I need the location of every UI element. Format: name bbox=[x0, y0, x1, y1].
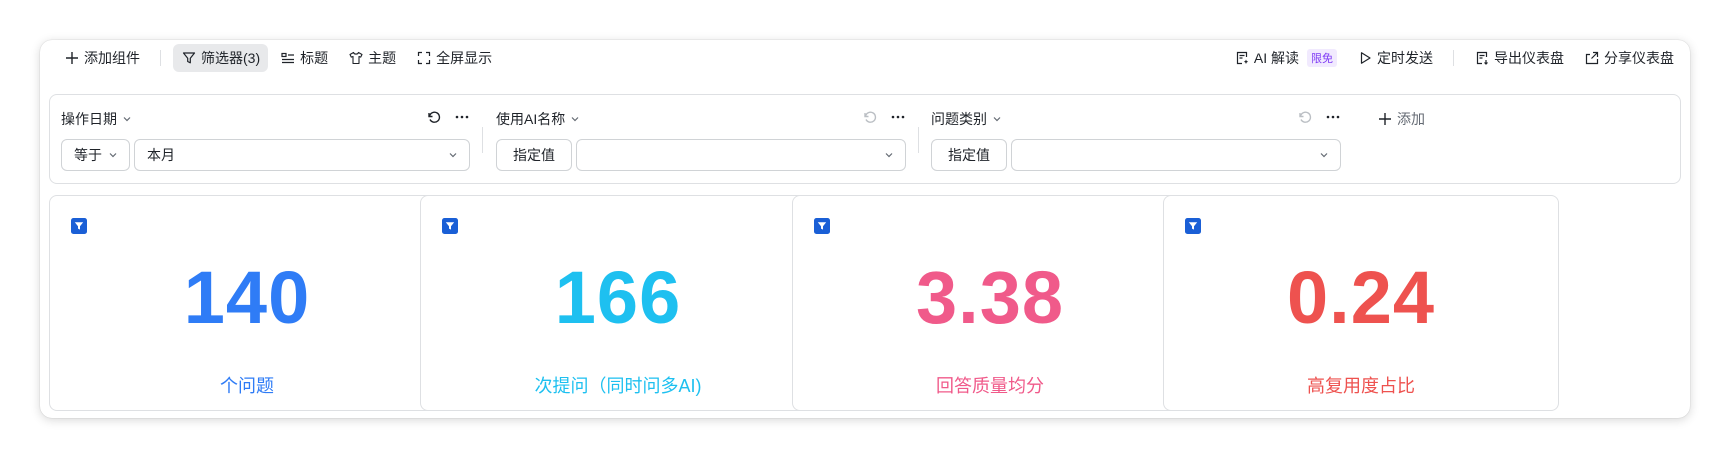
add-filter-button[interactable]: 添加 bbox=[1377, 109, 1425, 129]
metric-label: 次提问（同时问多AI) bbox=[534, 376, 702, 396]
operator-value: 等于 bbox=[74, 147, 102, 163]
fullscreen-button[interactable]: 全屏显示 bbox=[408, 44, 500, 72]
filter-ai-name: 使用AI名称 指定值 bbox=[496, 95, 906, 183]
filter-badge-icon bbox=[71, 218, 87, 234]
add-widget-label: 添加组件 bbox=[84, 50, 140, 66]
toolbar: 添加组件 筛选器(3) 标题 主题 全屏显示 AI 解读 限免 定时发送 导出仪… bbox=[40, 40, 1690, 80]
filter-title: 使用AI名称 bbox=[496, 111, 566, 127]
more-icon[interactable] bbox=[890, 109, 906, 125]
operator-select[interactable]: 指定值 bbox=[931, 139, 1007, 171]
title-button[interactable]: 标题 bbox=[272, 44, 336, 72]
filter-controls: 指定值 bbox=[931, 139, 1341, 171]
filter-header: 使用AI名称 bbox=[496, 109, 906, 129]
plus-icon bbox=[66, 52, 78, 64]
filter-divider bbox=[918, 127, 919, 153]
metric-card-questions[interactable]: 140 个问题 bbox=[49, 195, 445, 411]
reset-icon[interactable] bbox=[862, 109, 878, 125]
chevron-down-icon bbox=[449, 153, 457, 158]
dashboard-card: 添加组件 筛选器(3) 标题 主题 全屏显示 AI 解读 限免 定时发送 导出仪… bbox=[40, 40, 1690, 418]
shirt-icon bbox=[349, 51, 363, 65]
add-widget-button[interactable]: 添加组件 bbox=[56, 44, 148, 72]
plus-icon bbox=[1379, 113, 1391, 125]
title-icon bbox=[281, 52, 295, 64]
ai-document-icon bbox=[1236, 51, 1249, 65]
reset-icon[interactable] bbox=[1297, 109, 1313, 125]
export-icon bbox=[1476, 51, 1488, 65]
metric-label: 回答质量均分 bbox=[936, 376, 1044, 396]
metric-card-quality-score[interactable]: 3.38 回答质量均分 bbox=[792, 195, 1188, 411]
funnel-icon bbox=[182, 52, 196, 64]
filter-title: 问题类别 bbox=[931, 111, 987, 127]
filter-title-dropdown[interactable]: 使用AI名称 bbox=[496, 109, 581, 129]
filter-actions bbox=[426, 109, 470, 125]
filter-actions bbox=[1297, 109, 1341, 125]
fullscreen-label: 全屏显示 bbox=[436, 50, 493, 66]
toolbar-right: AI 解读 限免 定时发送 导出仪表盘 分享仪表盘 bbox=[1226, 44, 1682, 72]
chevron-down-icon bbox=[885, 153, 893, 158]
filter-title: 操作日期 bbox=[61, 111, 117, 127]
filter-actions bbox=[862, 109, 906, 125]
filter-panel: 操作日期 等于 本月 使用AI名称 指定值 问题类别 指定值 添加 bbox=[49, 94, 1681, 184]
filter-title-dropdown[interactable]: 问题类别 bbox=[931, 109, 1003, 129]
value-text: 本月 bbox=[147, 147, 175, 163]
metric-card-asks[interactable]: 166 次提问（同时问多AI) bbox=[420, 195, 816, 411]
value-select[interactable]: 本月 bbox=[134, 139, 470, 171]
reset-icon[interactable] bbox=[426, 109, 442, 125]
schedule-send-button[interactable]: 定时发送 bbox=[1349, 44, 1441, 72]
chevron-down-icon bbox=[993, 117, 1001, 122]
filter-controls: 指定值 bbox=[496, 139, 906, 171]
operator-select[interactable]: 指定值 bbox=[496, 139, 572, 171]
ai-read-button[interactable]: AI 解读 限免 bbox=[1226, 44, 1345, 72]
filter-operation-date: 操作日期 等于 本月 bbox=[61, 95, 470, 183]
theme-button[interactable]: 主题 bbox=[340, 44, 404, 72]
export-dashboard-button[interactable]: 导出仪表盘 bbox=[1466, 44, 1572, 72]
play-icon bbox=[1360, 52, 1371, 64]
title-label: 标题 bbox=[300, 50, 329, 66]
share-dashboard-label: 分享仪表盘 bbox=[1604, 50, 1674, 66]
filter-badge-icon bbox=[814, 218, 830, 234]
metric-card-reuse-ratio[interactable]: 0.24 高复用度占比 bbox=[1163, 195, 1559, 411]
filter-header: 问题类别 bbox=[931, 109, 1341, 129]
schedule-send-label: 定时发送 bbox=[1377, 50, 1433, 66]
operator-value: 指定值 bbox=[948, 147, 990, 163]
expand-icon bbox=[418, 51, 431, 65]
metric-value: 3.38 bbox=[915, 256, 1065, 339]
filter-badge-icon bbox=[1185, 218, 1201, 234]
chevron-down-icon bbox=[123, 117, 131, 122]
metric-value: 0.24 bbox=[1286, 256, 1436, 339]
operator-select[interactable]: 等于 bbox=[61, 139, 130, 171]
export-dashboard-label: 导出仪表盘 bbox=[1494, 50, 1564, 66]
metric-value: 166 bbox=[554, 256, 682, 339]
filter-badge-icon bbox=[442, 218, 458, 234]
metric-value: 140 bbox=[183, 256, 311, 339]
free-badge: 限免 bbox=[1307, 49, 1337, 67]
chevron-down-icon bbox=[571, 117, 579, 122]
filter-label: 筛选器(3) bbox=[201, 50, 261, 66]
share-icon bbox=[1585, 51, 1599, 65]
filter-button[interactable]: 筛选器(3) bbox=[173, 44, 269, 72]
operator-value: 指定值 bbox=[513, 147, 555, 163]
more-icon[interactable] bbox=[1325, 109, 1341, 125]
metric-label: 个问题 bbox=[220, 376, 274, 396]
value-select[interactable] bbox=[1011, 139, 1341, 171]
toolbar-divider-right bbox=[1453, 50, 1454, 66]
chevron-down-icon bbox=[1320, 153, 1328, 158]
toolbar-divider bbox=[160, 50, 161, 66]
filter-header: 操作日期 bbox=[61, 109, 470, 129]
filter-controls: 等于 本月 bbox=[61, 139, 470, 171]
ai-read-label: AI 解读 bbox=[1253, 50, 1299, 66]
metric-label: 高复用度占比 bbox=[1307, 376, 1415, 396]
filter-title-dropdown[interactable]: 操作日期 bbox=[61, 109, 133, 129]
filter-question-category: 问题类别 指定值 bbox=[931, 95, 1341, 183]
chevron-down-icon bbox=[109, 153, 117, 158]
add-filter-label: 添加 bbox=[1397, 111, 1425, 127]
share-dashboard-button[interactable]: 分享仪表盘 bbox=[1576, 44, 1682, 72]
filter-divider bbox=[482, 127, 483, 153]
toolbar-left: 添加组件 筛选器(3) 标题 主题 全屏显示 bbox=[56, 44, 500, 72]
theme-label: 主题 bbox=[368, 50, 397, 66]
value-select[interactable] bbox=[576, 139, 906, 171]
more-icon[interactable] bbox=[454, 109, 470, 125]
